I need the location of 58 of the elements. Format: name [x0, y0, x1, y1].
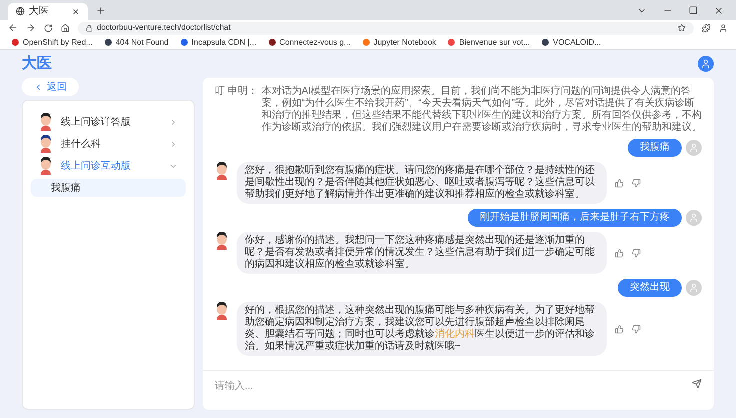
profile-icon[interactable]: [719, 24, 728, 32]
close-icon[interactable]: [72, 8, 80, 16]
bot-message: 您好，很抱歉听到您有腹痛的症状。请问您的疼痛是在哪个部位？是持续性的还是间歇性出现的？是否伴随其他症状如恶心、呕吐或者腹泻等呢？这些信息可以帮助我们更好地了解病情并作出更准确的建议和推荐相应的检查或就诊科室。: [237, 162, 607, 204]
new-tab-icon[interactable]: [96, 6, 106, 16]
home-icon[interactable]: [61, 24, 70, 32]
address-bar[interactable]: doctorbuu-venture.tech/doctorlist/chat: [78, 22, 694, 34]
star-icon[interactable]: [678, 24, 686, 32]
thumbs-up-icon[interactable]: [615, 324, 624, 334]
bookmark-link[interactable]: VOCALOID...: [553, 36, 602, 48]
bookmark-link[interactable]: Bienvenue sur vot...: [459, 36, 530, 48]
bookmark-link[interactable]: OpenShift by Red...: [23, 36, 93, 48]
user-message: 刚开始是肚脐周围痛，后来是肚子右下方疼: [468, 209, 682, 227]
user-icon: [689, 213, 699, 223]
globe-icon: [16, 7, 25, 16]
menu-item[interactable]: 线上问诊互动版: [31, 157, 186, 175]
message-input[interactable]: 请输入...: [215, 379, 692, 394]
chevron-left-icon: [34, 82, 43, 92]
back-icon[interactable]: [8, 23, 18, 33]
user-message: 突然出现: [618, 279, 682, 297]
bot-message: 你好，感谢你的描述。我想问一下您这种疼痛感是突然出现的还是逐渐加重的呢？是否有发热或者排便异常的情况发生？这些信息有助于我们进一步确定可能的病因和建议相应的检查或就诊科室。: [237, 232, 607, 274]
logo: 大医: [22, 54, 52, 74]
close-icon[interactable]: [714, 6, 724, 16]
disclaimer-label: 叮 申明：: [215, 86, 258, 99]
user-avatar[interactable]: [698, 56, 714, 72]
thumbs-down-icon[interactable]: [632, 324, 641, 334]
extensions-icon[interactable]: [702, 24, 711, 32]
bot-message: 好的，根据您的描述，这种突然出现的腹痛可能与多种疾病有关。为了更好地帮助您确定病因和制定治疗方案，我建议您可以先进行腹部超声检查以排除阑尾炎、胆囊结石等问题；同时也可以考虑就诊消化内科医生以便进一步的评估和诊治。如果情况严重或症状加重的话请及时就医哦~: [237, 302, 607, 356]
user-icon: [701, 59, 711, 69]
doctor-avatar-icon: [39, 135, 53, 153]
chevron-right-icon: [169, 140, 178, 148]
bookmark-link[interactable]: Connectez-vous g...: [280, 36, 351, 48]
bookmark-link[interactable]: Incapsula CDN |...: [192, 36, 257, 48]
menu-item[interactable]: 线上问诊详答版: [31, 113, 186, 131]
doctor-avatar-icon: [39, 157, 53, 175]
chevron-right-icon: [169, 118, 178, 126]
thumbs-up-icon[interactable]: [615, 178, 624, 188]
thumbs-down-icon[interactable]: [632, 248, 641, 258]
user-icon: [689, 283, 699, 293]
back-button[interactable]: 返回: [22, 78, 79, 96]
reload-icon[interactable]: [44, 24, 53, 32]
lock-icon: [86, 24, 93, 32]
doctor-avatar-icon: [215, 302, 229, 320]
doctor-avatar-icon: [215, 162, 229, 180]
bookmark-link[interactable]: Jupyter Notebook: [374, 36, 436, 48]
submenu-item[interactable]: 我腹痛: [31, 179, 186, 197]
maximize-icon[interactable]: [689, 6, 698, 15]
send-icon[interactable]: [692, 379, 702, 389]
browser-tab[interactable]: 大医: [8, 3, 88, 20]
doctor-avatar-icon: [215, 232, 229, 250]
thumbs-down-icon[interactable]: [632, 178, 641, 188]
thumbs-up-icon[interactable]: [615, 248, 624, 258]
bookmark-link[interactable]: 404 Not Found: [116, 36, 169, 48]
disclaimer-text: 本对话为AI模型在医疗场景的应用探索。目前，我们尚不能为非医疗问题的问询提供令人满意的答案，例如“为什么医生不给我开药”、“今天去看病天气如何”等。此外，尽管对话提供了有关疾病诊断和治疗的推理结果，但这些结果不能代替线下职业医生的建议和治疗方案。所有回答仅供参考，不构作为诊断或治疗的依据。我们强烈建议用户在需要诊断或治疗疾病时，寻求专业医生的帮助和建议。: [262, 86, 702, 134]
user-icon: [689, 143, 699, 153]
doctor-avatar-icon: [39, 113, 53, 131]
menu-item[interactable]: 挂什么科: [31, 135, 186, 153]
forward-icon[interactable]: [26, 23, 36, 33]
user-message: 我腹痛: [628, 139, 682, 157]
